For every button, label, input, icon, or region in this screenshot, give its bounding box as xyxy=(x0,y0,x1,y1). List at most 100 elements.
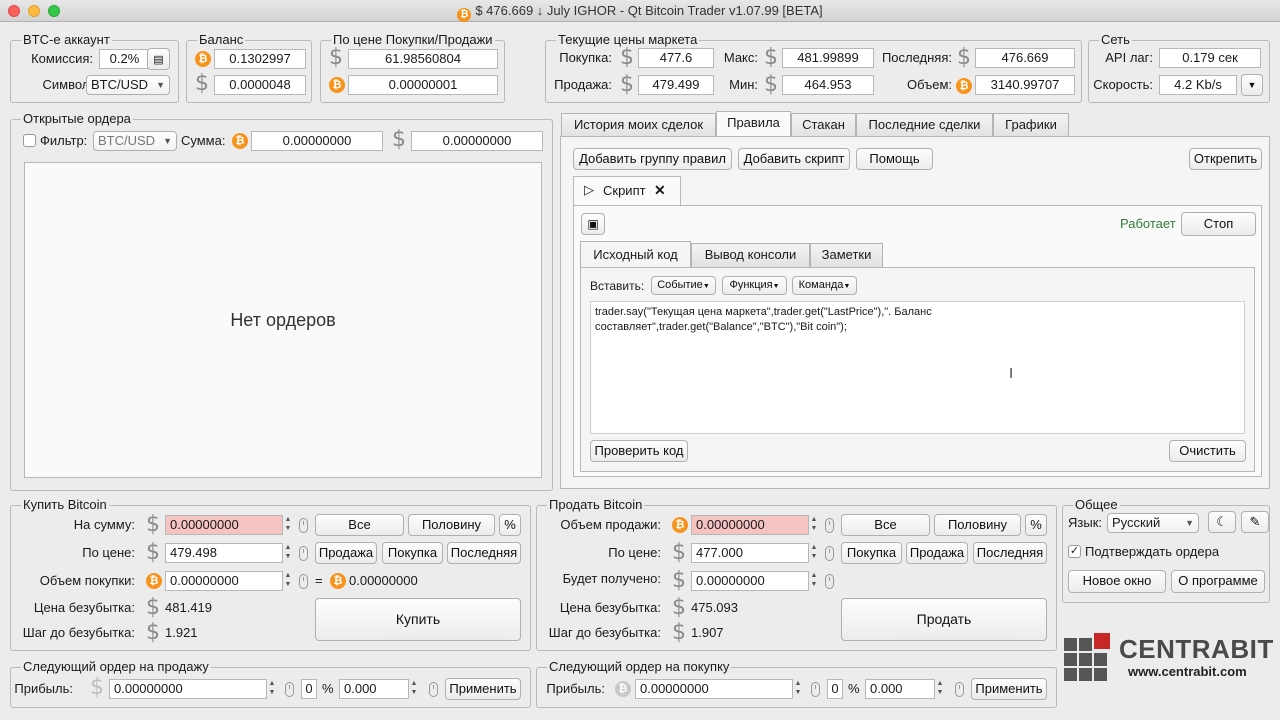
tab-trade-history[interactable]: История моих сделок xyxy=(561,113,716,137)
buyprice-usd-field[interactable]: 61.98560804 xyxy=(348,49,498,69)
stop-button[interactable]: Стоп xyxy=(1181,212,1256,236)
next-buy-percent-field[interactable]: 0.000 xyxy=(865,679,935,699)
subtab-notes[interactable]: Заметки xyxy=(810,243,883,267)
sell-price-field[interactable]: 477.000 xyxy=(691,543,809,563)
night-mode-button[interactable]: ☾ xyxy=(1208,511,1236,533)
market-max-field[interactable]: 481.99899 xyxy=(782,48,874,68)
zoom-window-button[interactable] xyxy=(48,5,60,17)
commission-field[interactable]: 0.2% xyxy=(99,49,150,69)
help-button[interactable]: Помощь xyxy=(856,148,933,170)
buy-percent-button[interactable]: % xyxy=(499,514,521,536)
sell-price-sell-button[interactable]: Продажа xyxy=(906,542,968,564)
save-button[interactable]: ▣ xyxy=(581,213,605,235)
next-buy-count-field[interactable]: 0 xyxy=(827,679,843,699)
buy-breakeven-value: 481.419 xyxy=(165,600,212,615)
sell-price-last-button[interactable]: Последняя xyxy=(973,542,1047,564)
sell-volume-field[interactable]: 0.00000000 xyxy=(691,515,809,535)
market-buy-field[interactable]: 477.6 xyxy=(638,48,714,68)
stepper-icon[interactable]: ▲ ▼ xyxy=(282,571,294,591)
dollar-icon: $ xyxy=(672,568,686,593)
subtab-console-output[interactable]: Вывод консоли xyxy=(691,243,810,267)
new-window-button[interactable]: Новое окно xyxy=(1068,570,1166,593)
balance-usd-field[interactable]: 0.0000048 xyxy=(214,75,306,95)
calculator-button[interactable]: ▤ xyxy=(147,48,170,70)
buy-half-button[interactable]: Половину xyxy=(408,514,495,536)
market-sell-field[interactable]: 479.499 xyxy=(638,75,714,95)
sell-price-buy-button[interactable]: Покупка xyxy=(841,542,902,564)
event-dropdown[interactable]: Событие▼ xyxy=(651,276,716,295)
next-sell-apply-button[interactable]: Применить xyxy=(445,678,521,700)
next-sell-profit-field[interactable]: 0.00000000 xyxy=(109,679,267,699)
code-editor[interactable]: trader.say("Текущая цена маркета",trader… xyxy=(590,301,1245,434)
next-buy-profit-field[interactable]: 0.00000000 xyxy=(635,679,793,699)
tab-script[interactable]: ▷ Скрипт ✕ xyxy=(573,176,681,206)
add-rule-group-button[interactable]: Добавить группу правил xyxy=(573,148,732,170)
filter-select[interactable]: BTC/USD ▼ xyxy=(93,131,177,151)
stepper-icon[interactable]: ▲ ▼ xyxy=(266,679,278,699)
sum-usd-field[interactable]: 0.00000000 xyxy=(411,131,543,151)
close-window-button[interactable] xyxy=(8,5,20,17)
next-sell-percent-field[interactable]: 0.000 xyxy=(339,679,409,699)
buy-volume-field[interactable]: 0.00000000 xyxy=(165,571,283,591)
function-dropdown[interactable]: Функция▼ xyxy=(722,276,787,295)
confirm-orders-checkbox[interactable]: ✓ xyxy=(1068,545,1081,558)
sell-percent-button[interactable]: % xyxy=(1025,514,1047,536)
market-last-field[interactable]: 476.669 xyxy=(975,48,1075,68)
market-volume-field[interactable]: 3140.99707 xyxy=(975,75,1075,95)
buy-price-buy-button[interactable]: Покупка xyxy=(382,542,443,564)
no-orders-text: Нет ордеров xyxy=(230,310,336,330)
symbol-select[interactable]: BTC/USD ▼ xyxy=(86,75,170,95)
check-code-button[interactable]: Проверить код xyxy=(590,440,688,462)
buy-price-last-button[interactable]: Последняя xyxy=(447,542,521,564)
stepper-icon[interactable]: ▲ ▼ xyxy=(282,515,294,535)
code-line-1: trader.say("Текущая цена маркета",trader… xyxy=(595,306,932,318)
tab-rules[interactable]: Правила xyxy=(716,111,791,137)
next-sell-count-field[interactable]: 0 xyxy=(301,679,317,699)
buy-button[interactable]: Купить xyxy=(315,598,521,641)
text-cursor-icon: Ⅰ xyxy=(1009,365,1014,381)
bitcoin-icon: ₿ xyxy=(330,573,346,589)
clear-button[interactable]: Очистить xyxy=(1169,440,1246,462)
buy-price-sell-button[interactable]: Продажа xyxy=(315,542,377,564)
balance-btc-field[interactable]: 0.1302997 xyxy=(214,49,306,69)
tab-order-book[interactable]: Стакан xyxy=(791,113,856,137)
stepper-icon[interactable]: ▲ ▼ xyxy=(282,543,294,563)
stepper-icon[interactable]: ▲ ▼ xyxy=(934,679,946,699)
subtab-source-code[interactable]: Исходный код xyxy=(580,241,691,269)
command-dropdown[interactable]: Команда▼ xyxy=(792,276,857,295)
bitcoin-icon: ₿ xyxy=(146,573,162,589)
buy-price-field[interactable]: 479.498 xyxy=(165,543,283,563)
stepper-icon[interactable]: ▲ ▼ xyxy=(808,543,820,563)
sum-btc-field[interactable]: 0.00000000 xyxy=(251,131,383,151)
api-lag-field[interactable]: 0.179 сек xyxy=(1159,48,1261,68)
buyprice-btc-field[interactable]: 0.00000001 xyxy=(348,75,498,95)
filter-checkbox[interactable] xyxy=(23,134,36,147)
sell-half-button[interactable]: Половину xyxy=(934,514,1021,536)
market-min-field[interactable]: 464.953 xyxy=(782,75,874,95)
pin-button[interactable]: ✎ xyxy=(1241,511,1269,533)
buy-sum-field[interactable]: 0.00000000 xyxy=(165,515,283,535)
orders-table[interactable]: Нет ордеров xyxy=(24,162,542,478)
sell-button[interactable]: Продать xyxy=(841,598,1047,641)
stepper-icon[interactable]: ▲ ▼ xyxy=(408,679,420,699)
next-buy-apply-button[interactable]: Применить xyxy=(971,678,1047,700)
minimize-window-button[interactable] xyxy=(28,5,40,17)
stepper-icon[interactable]: ▲ ▼ xyxy=(808,571,820,591)
stepper-icon[interactable]: ▲ ▼ xyxy=(808,515,820,535)
tab-charts[interactable]: Графики xyxy=(993,113,1069,137)
add-script-button[interactable]: Добавить скрипт xyxy=(738,148,850,170)
market-sell-label: Продажа: xyxy=(554,77,612,92)
sell-all-button[interactable]: Все xyxy=(841,514,930,536)
tab-last-trades[interactable]: Последние сделки xyxy=(856,113,993,137)
source-code-panel: Вставить: Событие▼ Функция▼ Команда▼ tra… xyxy=(580,267,1255,472)
speed-field[interactable]: 4.2 Kb/s xyxy=(1159,75,1237,95)
speed-menu-button[interactable]: ▼ xyxy=(1241,74,1263,96)
language-select[interactable]: Русский ▼ xyxy=(1107,513,1199,533)
detach-button[interactable]: Открепить xyxy=(1189,148,1262,170)
close-icon[interactable]: ✕ xyxy=(654,182,666,199)
sell-receive-field[interactable]: 0.00000000 xyxy=(691,571,809,591)
about-button[interactable]: О программе xyxy=(1171,570,1265,593)
sell-breakeven-value: 475.093 xyxy=(691,600,738,615)
stepper-icon[interactable]: ▲ ▼ xyxy=(792,679,804,699)
buy-all-button[interactable]: Все xyxy=(315,514,404,536)
